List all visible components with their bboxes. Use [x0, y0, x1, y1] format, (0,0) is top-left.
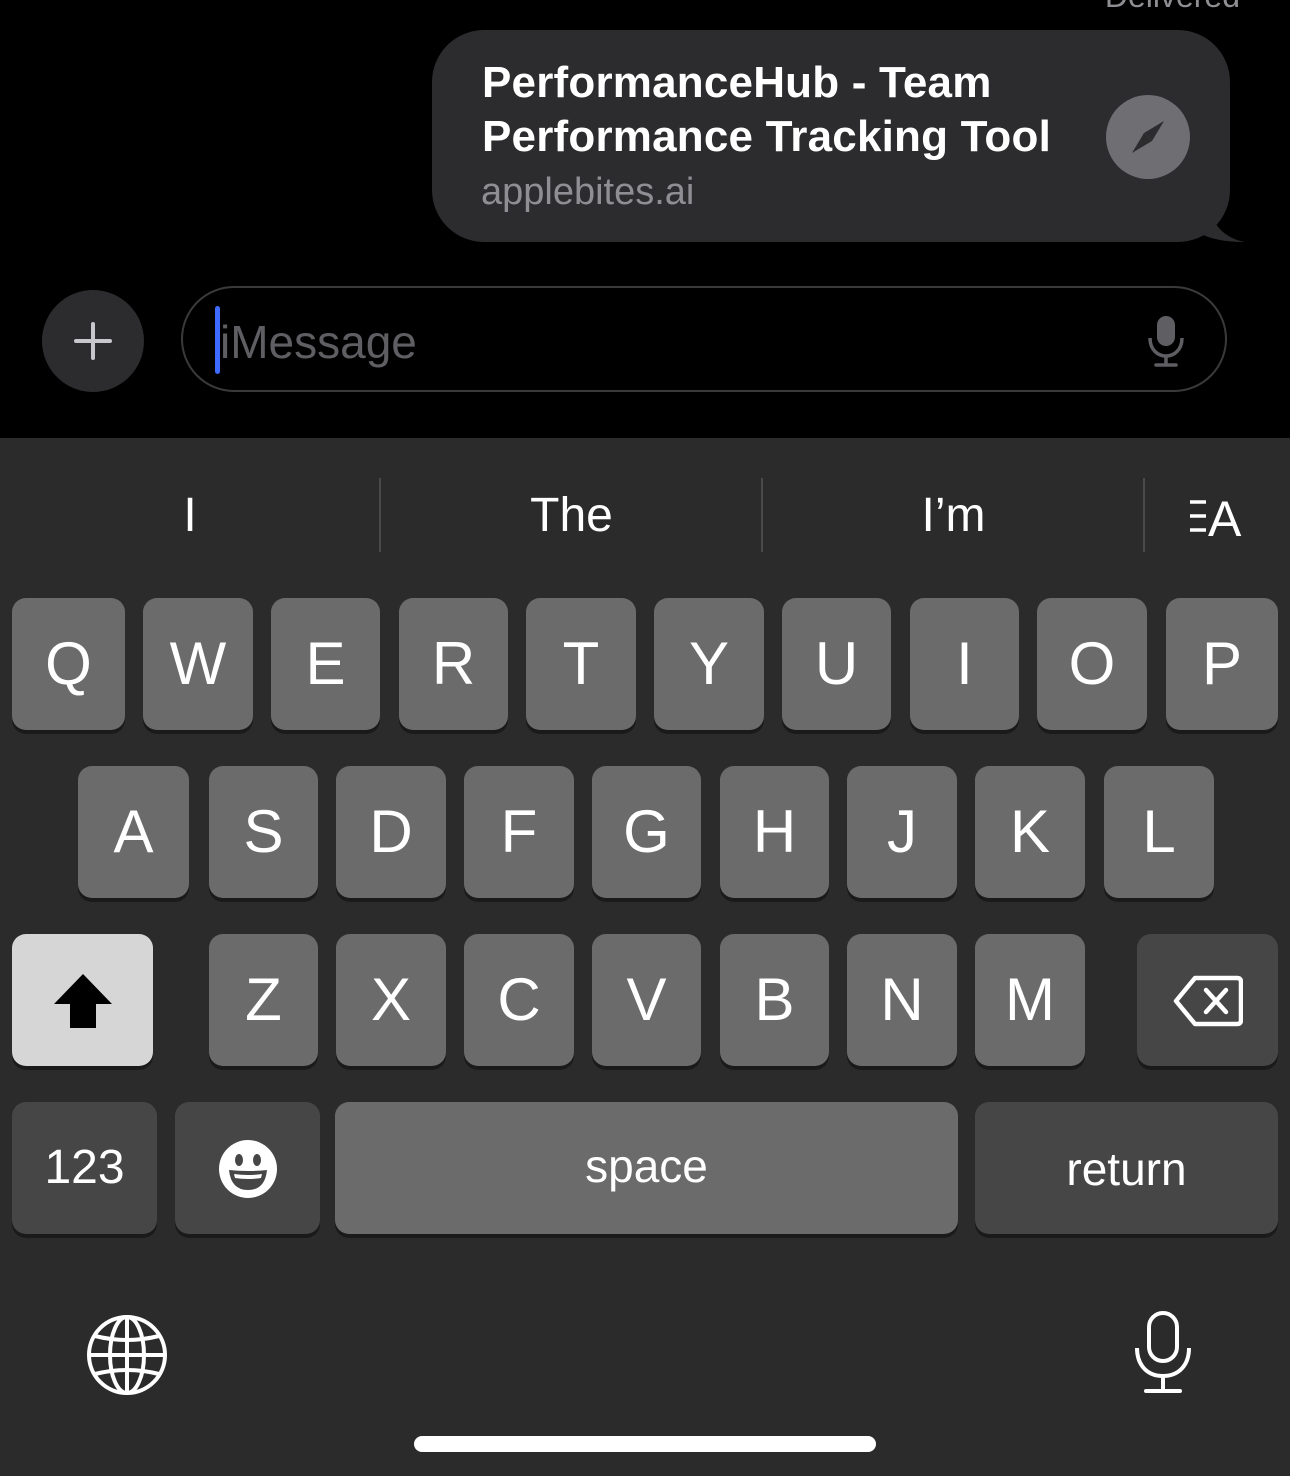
add-attachment-button[interactable]: [42, 290, 144, 392]
key-p[interactable]: P: [1166, 598, 1278, 730]
key-z[interactable]: Z: [209, 934, 318, 1066]
key-i[interactable]: I: [910, 598, 1019, 730]
key-l[interactable]: L: [1104, 766, 1214, 898]
delete-key[interactable]: [1137, 934, 1278, 1066]
key-s[interactable]: S: [209, 766, 318, 898]
key-t[interactable]: T: [526, 598, 636, 730]
shift-icon: [54, 974, 112, 1028]
key-a[interactable]: A: [78, 766, 189, 898]
plus-icon: [74, 322, 112, 360]
text-format-icon[interactable]: A: [1186, 492, 1250, 540]
key-x[interactable]: X: [336, 934, 446, 1066]
compass-icon: [1106, 95, 1190, 179]
link-preview-domain: applebites.ai: [481, 171, 695, 213]
emoji-icon: [219, 1140, 277, 1198]
key-r[interactable]: R: [399, 598, 508, 730]
suggestion-3[interactable]: I’m: [763, 480, 1144, 552]
return-key[interactable]: return: [975, 1102, 1278, 1234]
microphone-icon[interactable]: [1132, 1310, 1194, 1396]
shift-key[interactable]: [12, 934, 153, 1066]
bubble-tail: [1195, 200, 1245, 242]
microphone-icon[interactable]: [1146, 314, 1186, 368]
key-q[interactable]: Q: [12, 598, 125, 730]
key-c[interactable]: C: [464, 934, 574, 1066]
globe-icon[interactable]: [86, 1314, 168, 1396]
key-k[interactable]: K: [975, 766, 1085, 898]
key-m[interactable]: M: [975, 934, 1085, 1066]
key-v[interactable]: V: [592, 934, 701, 1066]
key-h[interactable]: H: [720, 766, 829, 898]
key-y[interactable]: Y: [654, 598, 764, 730]
key-w[interactable]: W: [143, 598, 253, 730]
link-preview-title[interactable]: PerformanceHub - Team Performance Tracki…: [482, 56, 1082, 164]
key-o[interactable]: O: [1037, 598, 1147, 730]
home-indicator[interactable]: [414, 1436, 876, 1452]
key-e[interactable]: E: [271, 598, 380, 730]
suggestion-divider: [1143, 478, 1145, 552]
suggestion-2[interactable]: The: [381, 480, 762, 552]
space-key[interactable]: space: [335, 1102, 958, 1234]
suggestion-1[interactable]: I: [0, 480, 380, 552]
numbers-key[interactable]: 123: [12, 1102, 157, 1234]
delete-backward-icon: [1173, 975, 1243, 1027]
key-b[interactable]: B: [720, 934, 829, 1066]
key-d[interactable]: D: [336, 766, 446, 898]
key-f[interactable]: F: [464, 766, 574, 898]
key-n[interactable]: N: [847, 934, 957, 1066]
svg-text:A: A: [1208, 492, 1242, 540]
emoji-key[interactable]: [175, 1102, 320, 1234]
key-j[interactable]: J: [847, 766, 957, 898]
message-input-placeholder: iMessage: [220, 316, 417, 368]
key-g[interactable]: G: [592, 766, 701, 898]
key-u[interactable]: U: [782, 598, 891, 730]
delivery-status: Delivered: [1070, 0, 1240, 14]
